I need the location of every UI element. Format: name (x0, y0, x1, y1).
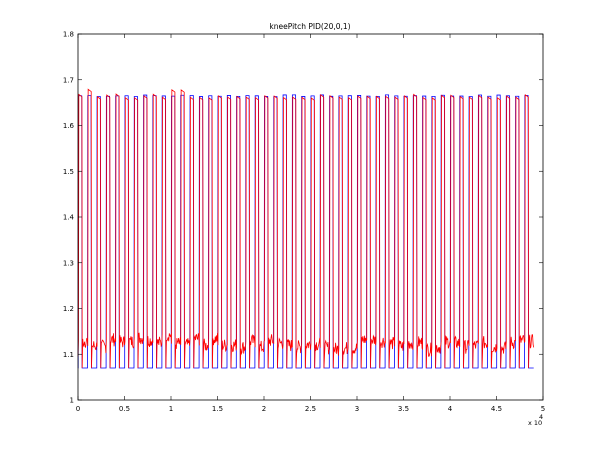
line-chart: 0 0.5 1 1.5 2 2.5 3 3.5 4 4.5 5 1 1.1 1.2 1.3 1.4 1.5 1.… (63, 22, 545, 427)
y-tick-label: 1.7 (63, 76, 74, 84)
x-tick-label: 1.5 (212, 405, 223, 413)
x-tick-label: 0 (76, 405, 80, 413)
x-tick-label: 4 (448, 405, 453, 413)
figure: 0 0.5 1 1.5 2 2.5 3 3.5 4 4.5 5 1 1.1 1.2 1.3 1.4 1.5 1.… (0, 0, 600, 450)
x-tick-label: 1 (169, 405, 173, 413)
x-tick-label: 0.5 (119, 405, 130, 413)
y-tick-label: 1.6 (63, 122, 75, 130)
x-tick-label: 2 (262, 405, 266, 413)
x-tick-label: 3.5 (398, 405, 409, 413)
x-tick-label: 3 (355, 405, 359, 413)
y-tick-label: 1.3 (63, 259, 74, 267)
x-tick-label: 2.5 (305, 405, 316, 413)
y-tick-label: 1.5 (63, 168, 74, 176)
y-tick-label: 1.8 (63, 31, 74, 39)
y-tick-label: 1.4 (63, 214, 75, 222)
y-tick-label: 1.2 (63, 305, 74, 313)
x-exponent-power: 4 (539, 413, 543, 421)
x-tick-label: 5 (541, 405, 545, 413)
x-tick-label: 4.5 (491, 405, 502, 413)
chart-title: kneePitch PID(20,0,1) (269, 22, 350, 31)
y-tick-label: 1 (70, 397, 74, 405)
y-tick-label: 1.1 (63, 351, 74, 359)
